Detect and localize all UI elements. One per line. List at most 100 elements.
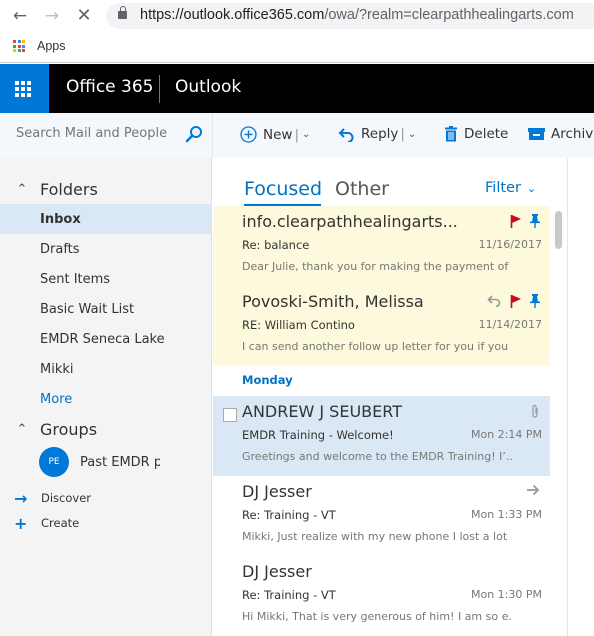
suite-header: Office 365 Outlook	[0, 64, 594, 113]
apps-dot	[13, 40, 16, 43]
message-item[interactable]: DJ Jesser Re: Training - VT Mon 1:30 PM …	[213, 556, 550, 636]
separator: |	[294, 126, 300, 143]
plus-circle-icon	[240, 126, 257, 143]
stop-loading-icon[interactable]: ✕	[74, 6, 94, 26]
folder-basic-wait-list[interactable]: Basic Wait List	[0, 294, 212, 324]
message-item[interactable]: Povoski-Smith, Melissa RE: William Conti…	[213, 286, 550, 366]
message-item[interactable]: info.clearpathhealingarts... Re: balance…	[213, 206, 550, 286]
group-name: Past EMDR pa	[80, 454, 160, 470]
message-subject: Re: Training - VT	[242, 508, 336, 522]
folder-sent-items[interactable]: Sent Items	[0, 264, 212, 294]
apps-grid-icon[interactable]	[13, 40, 25, 52]
apps-dot	[17, 49, 21, 52]
delete-button[interactable]: Delete	[444, 126, 508, 142]
trash-icon	[445, 126, 457, 142]
reply-button[interactable]: Reply | ⌄	[338, 126, 416, 142]
message-sender: info.clearpathhealingarts...	[242, 212, 458, 231]
reply-label: Reply	[361, 126, 399, 142]
flag-icon[interactable]	[510, 294, 522, 308]
folders-header[interactable]: ⌃ Folders	[0, 174, 212, 204]
search-box	[0, 113, 212, 158]
day-group-header: Monday	[242, 373, 293, 387]
app-launcher-button[interactable]	[0, 64, 49, 113]
message-sender: DJ Jesser	[242, 562, 312, 581]
create-label: Create	[41, 516, 80, 530]
lock-icon	[118, 6, 127, 19]
url-domain: https://outlook.office365.com	[140, 7, 325, 23]
new-button[interactable]: New | ⌄	[240, 126, 310, 143]
message-item[interactable]: DJ Jesser Re: Training - VT Mon 1:33 PM …	[213, 476, 550, 556]
reading-pane-divider	[567, 158, 568, 636]
filter-button[interactable]: Filter ⌄	[485, 180, 536, 196]
message-preview: Hi Mikki, That is very generous of him! …	[242, 610, 512, 623]
forward-arrow-icon[interactable]: →	[42, 6, 62, 26]
message-date: 11/14/2017	[478, 318, 542, 331]
groups-header[interactable]: ⌃ Groups	[0, 414, 212, 444]
groups-title: Groups	[40, 419, 98, 439]
chevron-up-icon[interactable]: ⌃	[0, 182, 40, 197]
folder-pane: ⌃ Folders Inbox Drafts Sent Items Basic …	[0, 158, 212, 636]
chevron-down-icon[interactable]: ⌄	[408, 129, 416, 140]
group-item[interactable]: PE Past EMDR pa	[39, 447, 160, 477]
scrollbar-thumb[interactable]	[555, 211, 562, 249]
message-sender: ANDREW J SEUBERT	[242, 402, 402, 421]
discover-link[interactable]: → Discover	[14, 488, 91, 508]
tab-other[interactable]: Other	[335, 178, 389, 200]
message-subject: Re: balance	[242, 238, 310, 252]
archive-label: Archive	[551, 126, 594, 142]
url-path: /owa/?realm=clearpathhealingarts.com	[324, 7, 574, 23]
message-preview: Greetings and welcome to the EMDR Traini…	[242, 450, 512, 463]
pin-icon[interactable]	[530, 294, 540, 308]
bookmarks-bar: Apps	[0, 32, 594, 63]
chevron-down-icon[interactable]: ⌄	[302, 129, 310, 140]
waffle-icon	[15, 81, 31, 97]
message-date: 11/16/2017	[478, 238, 542, 251]
message-item[interactable]: ANDREW J SEUBERT EMDR Training - Welcome…	[213, 396, 550, 476]
address-bar[interactable]: https://outlook.office365.com/owa/?realm…	[106, 3, 594, 29]
apps-dot	[22, 44, 25, 48]
message-preview: I can send another follow up letter for …	[242, 340, 512, 353]
create-link[interactable]: + Create	[14, 513, 79, 533]
folders-title: Folders	[40, 179, 98, 199]
plus-icon: +	[14, 513, 28, 533]
more-folders-link[interactable]: More	[0, 384, 212, 414]
apps-dot	[22, 49, 25, 52]
message-date: Mon 1:30 PM	[470, 588, 542, 601]
brand-title[interactable]: Office 365	[66, 77, 153, 97]
archive-icon	[528, 128, 545, 140]
browser-toolbar: ← → ✕ https://outlook.office365.com/owa/…	[0, 0, 594, 32]
paperclip-icon	[532, 404, 538, 418]
discover-label: Discover	[41, 491, 92, 505]
message-date: Mon 1:33 PM	[470, 508, 542, 521]
message-preview: Mikki, Just realize with my new phone I …	[242, 530, 512, 543]
flag-icon[interactable]	[510, 214, 522, 228]
search-input[interactable]	[16, 126, 176, 141]
tab-focused[interactable]: Focused	[244, 178, 322, 200]
select-checkbox[interactable]	[223, 408, 237, 422]
arrow-right-icon: →	[14, 488, 28, 508]
message-date: Mon 2:14 PM	[470, 428, 542, 441]
new-label: New	[263, 126, 293, 143]
folder-drafts[interactable]: Drafts	[0, 234, 212, 264]
apps-dot	[13, 49, 16, 52]
folder-inbox[interactable]: Inbox	[0, 204, 212, 234]
search-icon[interactable]	[185, 125, 203, 143]
app-title[interactable]: Outlook	[175, 77, 241, 97]
bookmark-apps[interactable]: Apps	[37, 39, 66, 53]
folder-emdr-seneca-lake[interactable]: EMDR Seneca Lake	[0, 324, 212, 354]
archive-button[interactable]: Archive	[528, 126, 594, 142]
message-preview: Dear Julie, thank you for making the pay…	[242, 260, 512, 273]
reply-icon	[338, 127, 354, 142]
url-text: https://outlook.office365.com/owa/?realm…	[140, 7, 574, 23]
message-list: Focused Other Filter ⌄ info.clearpathheal…	[213, 158, 567, 636]
apps-dot	[17, 40, 21, 43]
message-sender: DJ Jesser	[242, 482, 312, 501]
replied-icon	[487, 295, 501, 307]
command-bar: New | ⌄ Reply | ⌄ Delete Archive	[213, 113, 594, 158]
message-subject: EMDR Training - Welcome!	[242, 428, 394, 442]
chevron-up-icon[interactable]: ⌃	[0, 422, 40, 437]
folder-mikki[interactable]: Mikki	[0, 354, 212, 384]
separator: |	[400, 126, 405, 142]
back-arrow-icon[interactable]: ←	[10, 6, 30, 26]
pin-icon[interactable]	[530, 214, 540, 228]
